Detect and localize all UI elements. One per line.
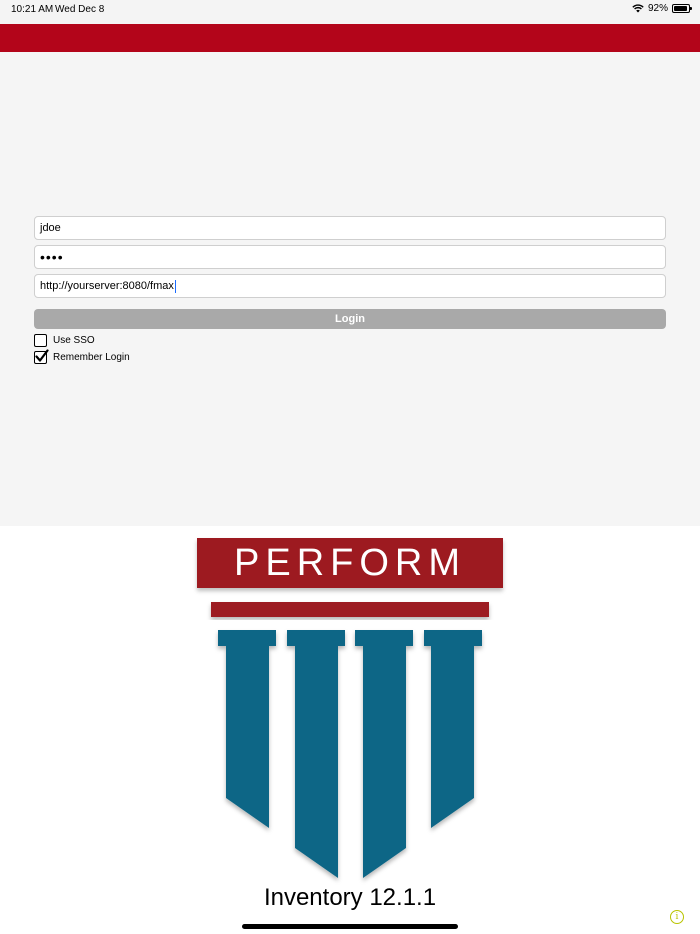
status-time: 10:21 AM <box>11 4 54 15</box>
username-value: jdoe <box>40 222 61 234</box>
brand-text: PERFORM <box>234 541 466 584</box>
status-right: 92% <box>632 3 692 14</box>
battery-percent: 92% <box>647 3 668 14</box>
use-sso-checkbox[interactable] <box>34 334 47 347</box>
logo-column-3 <box>355 630 413 878</box>
header-bar <box>0 24 700 52</box>
use-sso-option[interactable]: Use SSO <box>34 334 95 347</box>
server-url-value: http://yourserver:8080/fmax <box>40 280 174 292</box>
battery-icon <box>672 4 692 13</box>
password-field[interactable]: •••• <box>34 245 666 269</box>
logo-banner: PERFORM <box>197 538 503 588</box>
remember-login-option[interactable]: Remember Login <box>34 349 130 364</box>
logo-column-4 <box>424 630 482 828</box>
username-field[interactable]: jdoe <box>34 216 666 240</box>
use-sso-label: Use SSO <box>53 335 95 346</box>
remember-login-checkbox[interactable] <box>34 349 49 364</box>
password-value: •••• <box>40 249 64 265</box>
server-url-field[interactable]: http://yourserver:8080/fmax <box>34 274 666 298</box>
login-button[interactable]: Login <box>34 309 666 329</box>
logo-area: PERFORM Inventory 12.1.1 <box>0 526 700 934</box>
product-version: Inventory 12.1.1 <box>263 884 437 911</box>
remember-login-label: Remember Login <box>53 352 130 363</box>
logo-column-1 <box>218 630 276 828</box>
checkmark-icon <box>35 349 49 362</box>
status-date: Wed Dec 8 <box>55 4 105 15</box>
logo-red-bar <box>211 602 489 617</box>
wifi-icon <box>632 4 644 13</box>
status-bar: 10:21 AM Wed Dec 8 92% <box>0 0 700 24</box>
home-indicator <box>242 924 458 929</box>
logo-column-2 <box>287 630 345 878</box>
info-icon[interactable]: i <box>670 910 684 924</box>
text-cursor <box>174 279 176 293</box>
login-button-label: Login <box>335 313 365 325</box>
